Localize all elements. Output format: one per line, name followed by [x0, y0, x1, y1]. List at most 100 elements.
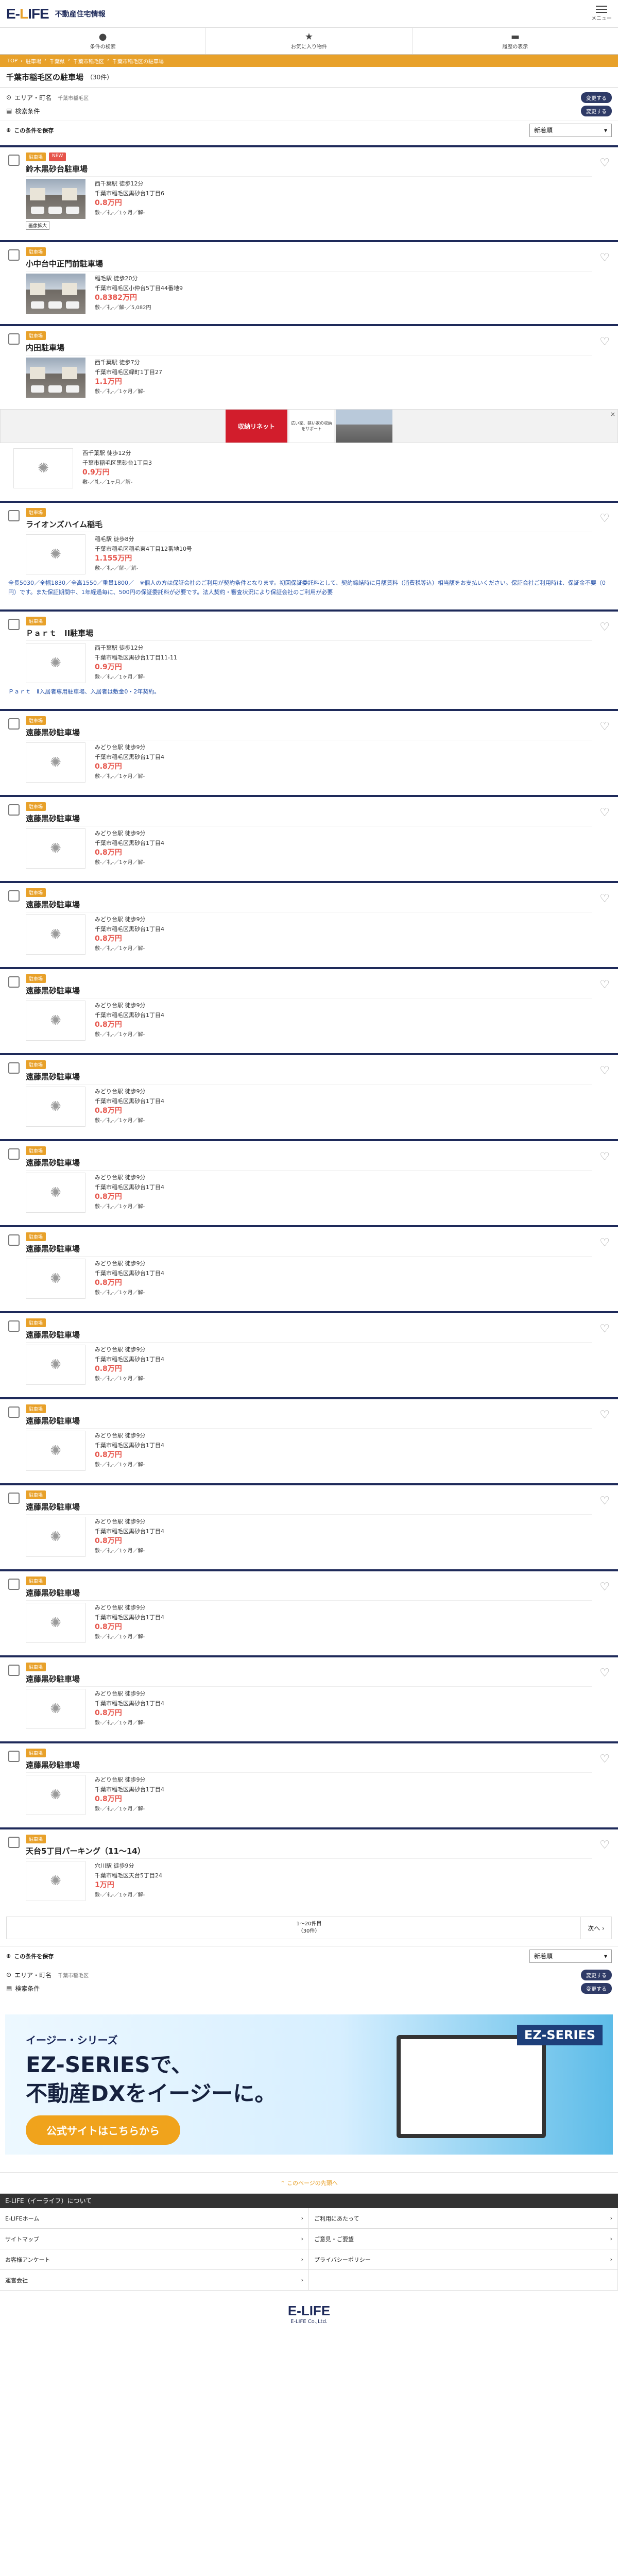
listing-name[interactable]: Ｐａｒｔ II駐車場: [26, 628, 592, 638]
link-home[interactable]: E-LIFEホーム ›: [0, 2208, 309, 2229]
sort-select-bottom[interactable]: 新着順 ▾: [529, 1949, 612, 1963]
listing-name[interactable]: 内田駐車場: [26, 342, 592, 353]
heart-icon[interactable]: ♡: [599, 621, 610, 634]
heart-icon[interactable]: ♡: [599, 1667, 610, 1680]
listing-checkbox[interactable]: [8, 1837, 20, 1848]
menu-button[interactable]: メニュー: [591, 6, 612, 22]
heart-icon[interactable]: ♡: [599, 157, 610, 170]
listing-card[interactable]: 駐車場 ライオンズハイム稲毛 ♡ ✺ 稲毛駅 徒歩8分 千葉市稲毛区稲毛東4丁目…: [0, 501, 618, 603]
link-company[interactable]: 運営会社 ›: [0, 2270, 309, 2291]
crumb-city[interactable]: 千葉市稲毛区: [71, 57, 110, 65]
listing-checkbox[interactable]: [8, 804, 20, 816]
heart-icon[interactable]: ♡: [599, 512, 610, 525]
listing-name[interactable]: 鈴木黒砂台駐車場: [26, 163, 592, 174]
sort-select[interactable]: 新着順 ▾: [529, 123, 612, 137]
listing-checkbox[interactable]: [8, 1148, 20, 1160]
listing-name[interactable]: 遠藤黒砂駐車場: [26, 985, 592, 996]
listing-checkbox[interactable]: [8, 1234, 20, 1246]
listing-name[interactable]: ライオンズハイム稲毛: [26, 519, 592, 530]
listing-checkbox[interactable]: [8, 1406, 20, 1418]
listing-card[interactable]: 駐車場 Ｐａｒｔ II駐車場 ♡ ✺ 西千葉駅 徒歩12分 千葉市稲毛区黒砂台1…: [0, 609, 618, 703]
heart-icon[interactable]: ♡: [599, 892, 610, 905]
listing-card[interactable]: 駐車場 遠藤黒砂駐車場 ♡ ✺ みどり台駅 徒歩9分 千葉市稲毛区黒砂台1丁目4…: [0, 1311, 618, 1391]
parking-photo[interactable]: [26, 179, 85, 219]
listing-checkbox[interactable]: [8, 619, 20, 630]
listing-name[interactable]: 遠藤黒砂駐車場: [26, 727, 592, 738]
listing-card[interactable]: 駐車場 遠藤黒砂駐車場 ♡ ✺ みどり台駅 徒歩9分 千葉市稲毛区黒砂台1丁目4…: [0, 709, 618, 789]
heart-icon[interactable]: ♡: [599, 1064, 610, 1077]
listing-card[interactable]: 駐車場 遠藤黒砂駐車場 ♡ ✺ みどり台駅 徒歩9分 千葉市稲毛区黒砂台1丁目4…: [0, 1225, 618, 1305]
listing-name[interactable]: 遠藤黒砂駐車場: [26, 1587, 592, 1598]
link-survey[interactable]: お客様アンケート ›: [0, 2249, 309, 2270]
change-area-button-bottom[interactable]: 変更する: [581, 1969, 612, 1980]
listing-checkbox[interactable]: [8, 1320, 20, 1332]
link-sitemap[interactable]: サイトマップ ›: [0, 2229, 309, 2249]
listing-name[interactable]: 遠藤黒砂駐車場: [26, 1071, 592, 1082]
change-condition-button-bottom[interactable]: 変更する: [581, 1982, 612, 1994]
heart-icon[interactable]: ♡: [599, 806, 610, 819]
heart-icon[interactable]: ♡: [599, 335, 610, 348]
listing-checkbox[interactable]: [8, 718, 20, 730]
heart-icon[interactable]: ♡: [599, 1409, 610, 1421]
tab-history[interactable]: ▬ 履歴の表示: [413, 28, 618, 54]
heart-icon[interactable]: ♡: [599, 251, 610, 264]
listing-name[interactable]: 遠藤黒砂駐車場: [26, 1759, 592, 1770]
change-area-button[interactable]: 変更する: [581, 92, 612, 103]
listing-card[interactable]: 駐車場 遠藤黒砂駐車場 ♡ ✺ みどり台駅 徒歩9分 千葉市稲毛区黒砂台1丁目4…: [0, 1569, 618, 1649]
listing-card[interactable]: 駐車場 天台5丁目パーキング（11～14） ♡ ✺ 穴川駅 徒歩9分 千葉市稲毛…: [0, 1827, 618, 1907]
listing-checkbox[interactable]: [8, 1579, 20, 1590]
listing-card[interactable]: 駐車場 内田駐車場 ♡ 西千葉駅 徒歩7分 千葉市稲毛区緑町1丁目27 1.1万…: [0, 324, 618, 404]
heart-icon[interactable]: ♡: [599, 1839, 610, 1852]
save-condition-button[interactable]: ⊕ この条件を保存: [6, 126, 54, 134]
heart-icon[interactable]: ♡: [599, 1150, 610, 1163]
ad-banner[interactable]: 収納リネット 広い家、狭い家の収納をサポート ×: [0, 409, 618, 443]
heart-icon[interactable]: ♡: [599, 1236, 610, 1249]
listing-card[interactable]: 駐車場 遠藤黒砂駐車場 ♡ ✺ みどり台駅 徒歩9分 千葉市稲毛区黒砂台1丁目4…: [0, 881, 618, 961]
ez-series-banner[interactable]: イージー・シリーズ EZ-SERIESで、 不動産DXをイージーに。 公式サイトは…: [5, 2014, 613, 2155]
listing-card[interactable]: 駐車場 遠藤黒砂駐車場 ♡ ✺ みどり台駅 徒歩9分 千葉市稲毛区黒砂台1丁目4…: [0, 1053, 618, 1133]
listing-card[interactable]: 駐車場 遠藤黒砂駐車場 ♡ ✺ みどり台駅 徒歩9分 千葉市稲毛区黒砂台1丁目4…: [0, 795, 618, 875]
listing-checkbox[interactable]: [8, 976, 20, 988]
listing-name[interactable]: 遠藤黒砂駐車場: [26, 1673, 592, 1684]
listing-checkbox[interactable]: [8, 155, 20, 166]
listing-name[interactable]: 遠藤黒砂駐車場: [26, 1243, 592, 1254]
heart-icon[interactable]: ♡: [599, 1581, 610, 1594]
change-condition-button[interactable]: 変更する: [581, 105, 612, 116]
listing-checkbox[interactable]: [8, 249, 20, 261]
zoom-image-button[interactable]: 画像拡大: [26, 221, 50, 230]
heart-icon[interactable]: ♡: [599, 720, 610, 733]
site-logo[interactable]: E-LIFE 不動産住宅情報: [6, 6, 106, 22]
link-privacy[interactable]: プライバシーポリシー ›: [309, 2249, 618, 2270]
listing-checkbox[interactable]: [8, 890, 20, 902]
tab-favorites[interactable]: ★ お気に入り物件: [206, 28, 413, 54]
banner-cta-button[interactable]: 公式サイトはこちらから: [26, 2115, 180, 2145]
back-to-top-link[interactable]: ⌃ このページの先頭へ: [0, 2172, 618, 2194]
listing-name[interactable]: 遠藤黒砂駐車場: [26, 1415, 592, 1426]
listing-name[interactable]: 遠藤黒砂駐車場: [26, 813, 592, 824]
next-page-button[interactable]: 次へ ›: [580, 1917, 611, 1939]
listing-name[interactable]: 遠藤黒砂駐車場: [26, 1329, 592, 1340]
parking-photo[interactable]: [26, 358, 85, 398]
listing-name[interactable]: 小中台中正門前駐車場: [26, 258, 592, 269]
listing-card[interactable]: 駐車場 遠藤黒砂駐車場 ♡ ✺ みどり台駅 徒歩9分 千葉市稲毛区黒砂台1丁目4…: [0, 1139, 618, 1219]
listing-card[interactable]: 駐車場 遠藤黒砂駐車場 ♡ ✺ みどり台駅 徒歩9分 千葉市稲毛区黒砂台1丁目4…: [0, 1483, 618, 1563]
link-feedback[interactable]: ご意見・ご要望 ›: [309, 2229, 618, 2249]
listing-card[interactable]: 駐車場 小中台中正門前駐車場 ♡ 稲毛駅 徒歩20分 千葉市稲毛区小仲台5丁目4…: [0, 240, 618, 320]
crumb-parking[interactable]: 駐車場: [24, 57, 47, 65]
listing-name[interactable]: 遠藤黒砂駐車場: [26, 899, 592, 910]
heart-icon[interactable]: ♡: [599, 978, 610, 991]
listing-checkbox[interactable]: [8, 1062, 20, 1074]
crumb-top[interactable]: TOP: [5, 58, 24, 64]
listing-checkbox[interactable]: [8, 1493, 20, 1504]
parking-photo[interactable]: [26, 274, 85, 314]
tab-search[interactable]: ● 条件の検索: [0, 28, 207, 54]
heart-icon[interactable]: ♡: [599, 1753, 610, 1766]
listing-checkbox[interactable]: [8, 1751, 20, 1762]
save-condition-button-bottom[interactable]: ⊕ この条件を保存: [6, 1952, 54, 1960]
link-terms[interactable]: ご利用にあたって ›: [309, 2208, 618, 2229]
listing-name[interactable]: 遠藤黒砂駐車場: [26, 1157, 592, 1168]
listing-name[interactable]: 天台5丁目パーキング（11～14）: [26, 1845, 592, 1856]
listing-card[interactable]: 駐車場 遠藤黒砂駐車場 ♡ ✺ みどり台駅 徒歩9分 千葉市稲毛区黒砂台1丁目4…: [0, 967, 618, 1047]
listing-checkbox[interactable]: [8, 1665, 20, 1676]
crumb-pref[interactable]: 千葉県: [47, 57, 71, 65]
